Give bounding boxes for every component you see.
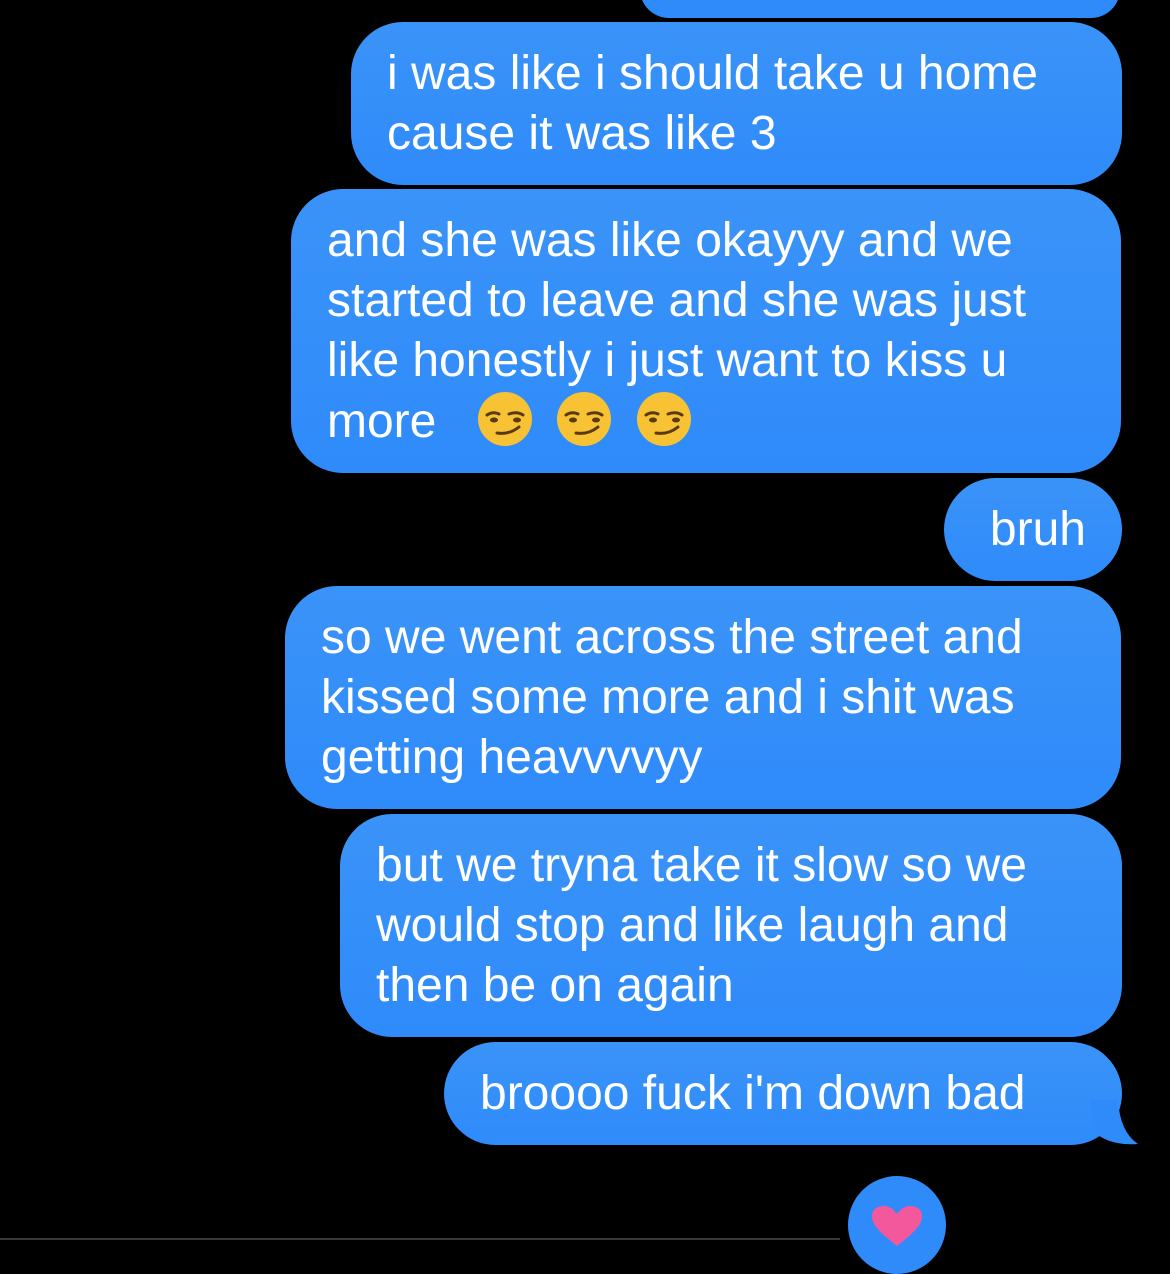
previous-message-bubble[interactable] — [640, 0, 1120, 18]
message-bubble[interactable]: so we went across the street and kissed … — [285, 586, 1121, 809]
heart-icon — [872, 1206, 922, 1246]
bubble-tail — [1090, 1100, 1138, 1145]
message-text: kissed some more and i shit was — [321, 671, 1015, 724]
message-text: but we tryna take it slow so we — [376, 839, 1027, 892]
tapback-reaction[interactable] — [848, 1176, 946, 1274]
message-text: cause it was like 3 — [387, 107, 777, 160]
message-text: would stop and like laugh and — [376, 899, 1009, 952]
message-text: and she was like okayyy and we — [327, 214, 1013, 267]
message-bubble[interactable]: and she was like okayyy and we started t… — [291, 189, 1121, 473]
smirking-face-icon — [478, 392, 533, 446]
smirking-face-icon — [557, 392, 612, 446]
message-text: like honestly i just want to kiss u — [327, 334, 1008, 387]
message-text: broooo fuck i'm down bad — [480, 1067, 1026, 1120]
divider — [0, 1238, 840, 1240]
message-bubble[interactable]: but we tryna take it slow so we would st… — [340, 814, 1122, 1037]
message-text: bruh — [989, 503, 1086, 556]
message-text: started to leave and she was just — [327, 274, 1027, 327]
message-text: then be on again — [376, 959, 734, 1012]
message-text: more — [327, 395, 437, 448]
message-text: getting heavvvvyy — [321, 731, 703, 784]
message-text: i was like i should take u home — [387, 47, 1038, 100]
message-bubble[interactable]: broooo fuck i'm down bad — [444, 1042, 1122, 1145]
message-bubble[interactable]: i was like i should take u home cause it… — [351, 22, 1122, 185]
message-text: so we went across the street and — [321, 611, 1023, 664]
smirking-face-icon — [636, 392, 691, 446]
message-bubble[interactable]: bruh — [944, 478, 1122, 581]
